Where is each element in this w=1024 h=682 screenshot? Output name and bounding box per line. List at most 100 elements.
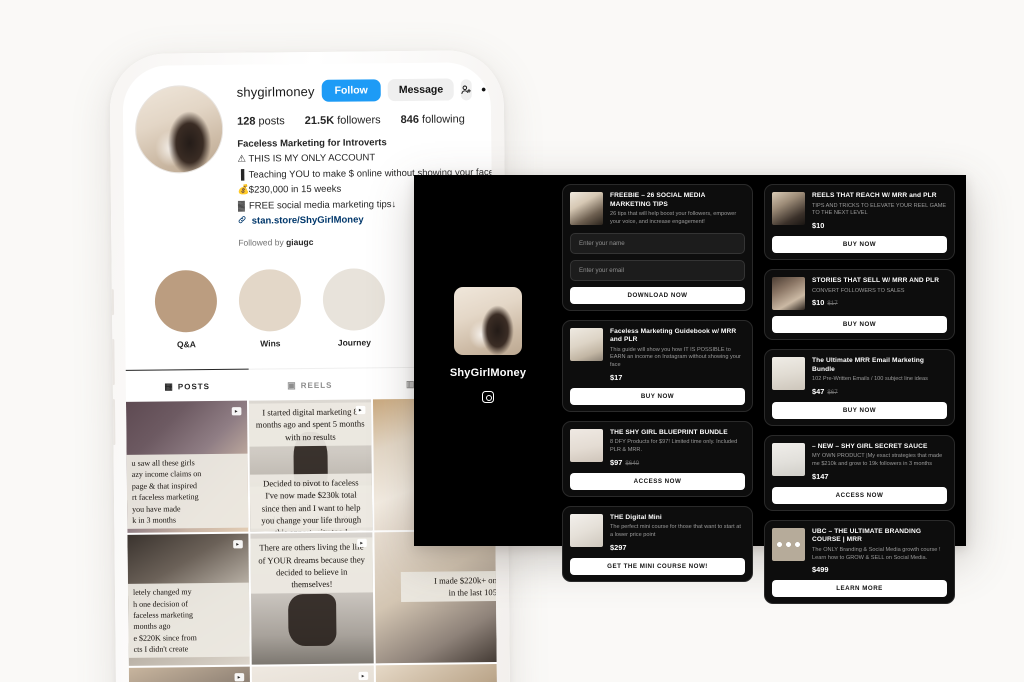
product-thumbnail	[570, 428, 603, 462]
profile-name-row: shygirlmoney Follow Message •••	[236, 78, 498, 103]
product-card-secret-sauce: – NEW – SHY GIRL SECRET SAUCE MY OWN PRO…	[764, 434, 955, 511]
message-button[interactable]: Message	[387, 78, 455, 102]
buy-now-button[interactable]: BUY NOW	[772, 401, 947, 419]
tab-posts[interactable]: ▦ POSTS	[125, 368, 249, 403]
product-card-blueprint-bundle: THE SHY GIRL BLUEPRINT BUNDLE 8 DFY Prod…	[562, 420, 753, 497]
reel-badge-icon	[233, 540, 244, 549]
add-person-icon[interactable]	[461, 78, 473, 100]
store-profile-name: ShyGirlMoney	[449, 367, 527, 379]
highlight-label: Journey	[337, 337, 371, 348]
product-card-freebie: FREEBIE – 26 SOCIAL MEDIA MARKETING TIPS…	[562, 184, 753, 311]
post-overlay-text: I made $220k+ on in the last 105	[401, 570, 497, 603]
grid-post[interactable]: There are others living the life of YOUR…	[250, 532, 374, 665]
product-description: CONVERT FOLLOWERS TO SALES	[812, 287, 905, 294]
product-price: $17	[610, 372, 623, 382]
product-card-reels-that-reach: REELS THAT REACH W/ MRR and PLR TIPS AND…	[764, 184, 955, 260]
stat-following[interactable]: 846 following	[401, 113, 465, 126]
store-products: FREEBIE – 26 SOCIAL MEDIA MARKETING TIPS…	[562, 175, 966, 605]
highlight-cover	[238, 269, 302, 332]
post-overlay-text: u saw all these girls azy income claims …	[126, 453, 249, 530]
post-overlay-text: I started digital marketing 8 months ago…	[249, 402, 372, 447]
highlight-label: Wins	[260, 338, 281, 349]
grid-post[interactable]: u saw all these girls azy income claims …	[125, 400, 249, 534]
reel-badge-icon	[232, 407, 242, 416]
reel-badge-icon	[355, 406, 366, 415]
product-description: The perfect mini course for those that w…	[610, 524, 741, 539]
buy-now-button[interactable]: BUY NOW	[772, 236, 947, 253]
product-description: 102 Pre-Written Emails / 100 subject lin…	[812, 376, 928, 383]
reel-badge-icon	[356, 539, 367, 548]
buy-now-button[interactable]: BUY NOW	[772, 316, 947, 333]
access-now-button[interactable]: ACCESS NOW	[570, 472, 745, 490]
store-social-links	[414, 391, 562, 403]
grid-post[interactable]: letely changed my h one decision of face…	[127, 533, 251, 667]
post-overlay-text: letely changed my h one decision of face…	[127, 582, 250, 659]
money-icon: 💰	[237, 184, 250, 196]
product-thumbnail	[772, 277, 805, 310]
email-input[interactable]	[570, 259, 745, 281]
grid-post[interactable]: I made $220k+ on in the last 105	[374, 531, 497, 664]
product-description: MY OWN PRODUCT |My exact strategies that…	[812, 453, 943, 468]
product-thumbnail	[772, 527, 805, 561]
profile-avatar[interactable]	[134, 84, 224, 174]
name-input[interactable]	[570, 232, 745, 254]
warning-icon: ⚠	[237, 154, 247, 166]
bio-store-link[interactable]: stan.store/ShyGirlMoney	[252, 214, 364, 226]
stat-posts: 128 posts	[236, 115, 285, 128]
product-price: $10 $17	[812, 298, 838, 308]
product-column-right: REELS THAT REACH W/ MRR and PLR TIPS AND…	[764, 184, 955, 605]
product-description: 26 tips that will help boost your follow…	[610, 211, 737, 225]
reel-badge-icon	[358, 672, 368, 681]
product-card-digital-mini: THE Digital Mini The perfect mini course…	[562, 505, 753, 582]
phone-side-button-volume-up	[111, 339, 115, 386]
product-price: $297	[610, 542, 627, 552]
tab-reels[interactable]: ▣ REELS	[248, 369, 371, 401]
product-card-stories-that-sell: STORIES THAT SELL W/ MRR AND PLR CONVERT…	[764, 269, 955, 340]
store-avatar	[454, 287, 522, 355]
product-price-original: $67	[827, 388, 838, 396]
product-title: UBC – THE ULTIMATE BRANDING COURSE | MRR	[812, 527, 922, 544]
reel-icon: ▣	[287, 380, 297, 391]
tab-label: POSTS	[177, 382, 211, 392]
product-title: – NEW – SHY GIRL SECRET SAUCE	[812, 442, 928, 450]
stan-store-panel: ShyGirlMoney FREEBIE – 26 SOCIAL MEDIA M…	[414, 175, 966, 605]
grid-post[interactable]: 14 weeks ago I s faceless marketi	[375, 664, 498, 682]
store-profile: ShyGirlMoney	[414, 175, 562, 546]
grid-post[interactable]: I started digital marketing 8 months ago…	[249, 399, 373, 532]
access-now-button[interactable]: ACCESS NOW	[772, 486, 947, 504]
phone-side-button-mute	[110, 289, 115, 316]
highlight-wins[interactable]: Wins	[238, 269, 302, 349]
stat-followers[interactable]: 21.5K followers	[305, 114, 381, 127]
highlight-journey[interactable]: Journey	[322, 268, 386, 348]
reel-badge-icon	[234, 673, 245, 682]
product-title: THE SHY GIRL BLUEPRINT BUNDLE	[610, 428, 728, 436]
post-overlay-text: I've now made $230k total since then and…	[250, 485, 373, 532]
download-now-button[interactable]: DOWNLOAD NOW	[570, 286, 745, 304]
learn-more-button[interactable]: LEARN MORE	[772, 580, 947, 598]
product-thumbnail	[772, 442, 805, 476]
product-price-original: $640	[625, 459, 640, 467]
phone-side-button-volume-down	[111, 399, 116, 446]
product-price: $47 $67	[812, 386, 838, 396]
product-price: $499	[812, 565, 829, 575]
product-thumbnail	[772, 357, 805, 390]
highlight-cover	[322, 268, 386, 332]
grid-post[interactable]	[252, 665, 375, 682]
product-title: The Ultimate MRR Email Marketing Bundle	[812, 357, 925, 373]
follow-button[interactable]: Follow	[321, 79, 381, 102]
buy-now-button[interactable]: BUY NOW	[570, 387, 745, 405]
link-icon	[238, 214, 249, 229]
grid-icon: ▦	[164, 381, 174, 392]
get-mini-course-button[interactable]: GET THE MINI COURSE NOW!	[570, 557, 745, 575]
product-column-left: FREEBIE – 26 SOCIAL MEDIA MARKETING TIPS…	[562, 184, 753, 604]
product-thumbnail	[570, 327, 603, 361]
product-thumbnail	[570, 513, 603, 547]
instagram-icon[interactable]	[482, 391, 494, 403]
grid-post[interactable]: ut you on the best stle for lazy girls	[128, 666, 252, 682]
product-thumbnail	[570, 192, 603, 225]
product-title: FREEBIE – 26 SOCIAL MEDIA MARKETING TIPS	[610, 192, 706, 208]
profile-username: shygirlmoney	[236, 83, 315, 100]
product-card-email-bundle: The Ultimate MRR Email Marketing Bundle …	[764, 349, 955, 426]
highlight-qa[interactable]: Q&A	[154, 270, 218, 350]
product-title: Faceless Marketing Guidebook w/ MRR and …	[610, 327, 737, 344]
